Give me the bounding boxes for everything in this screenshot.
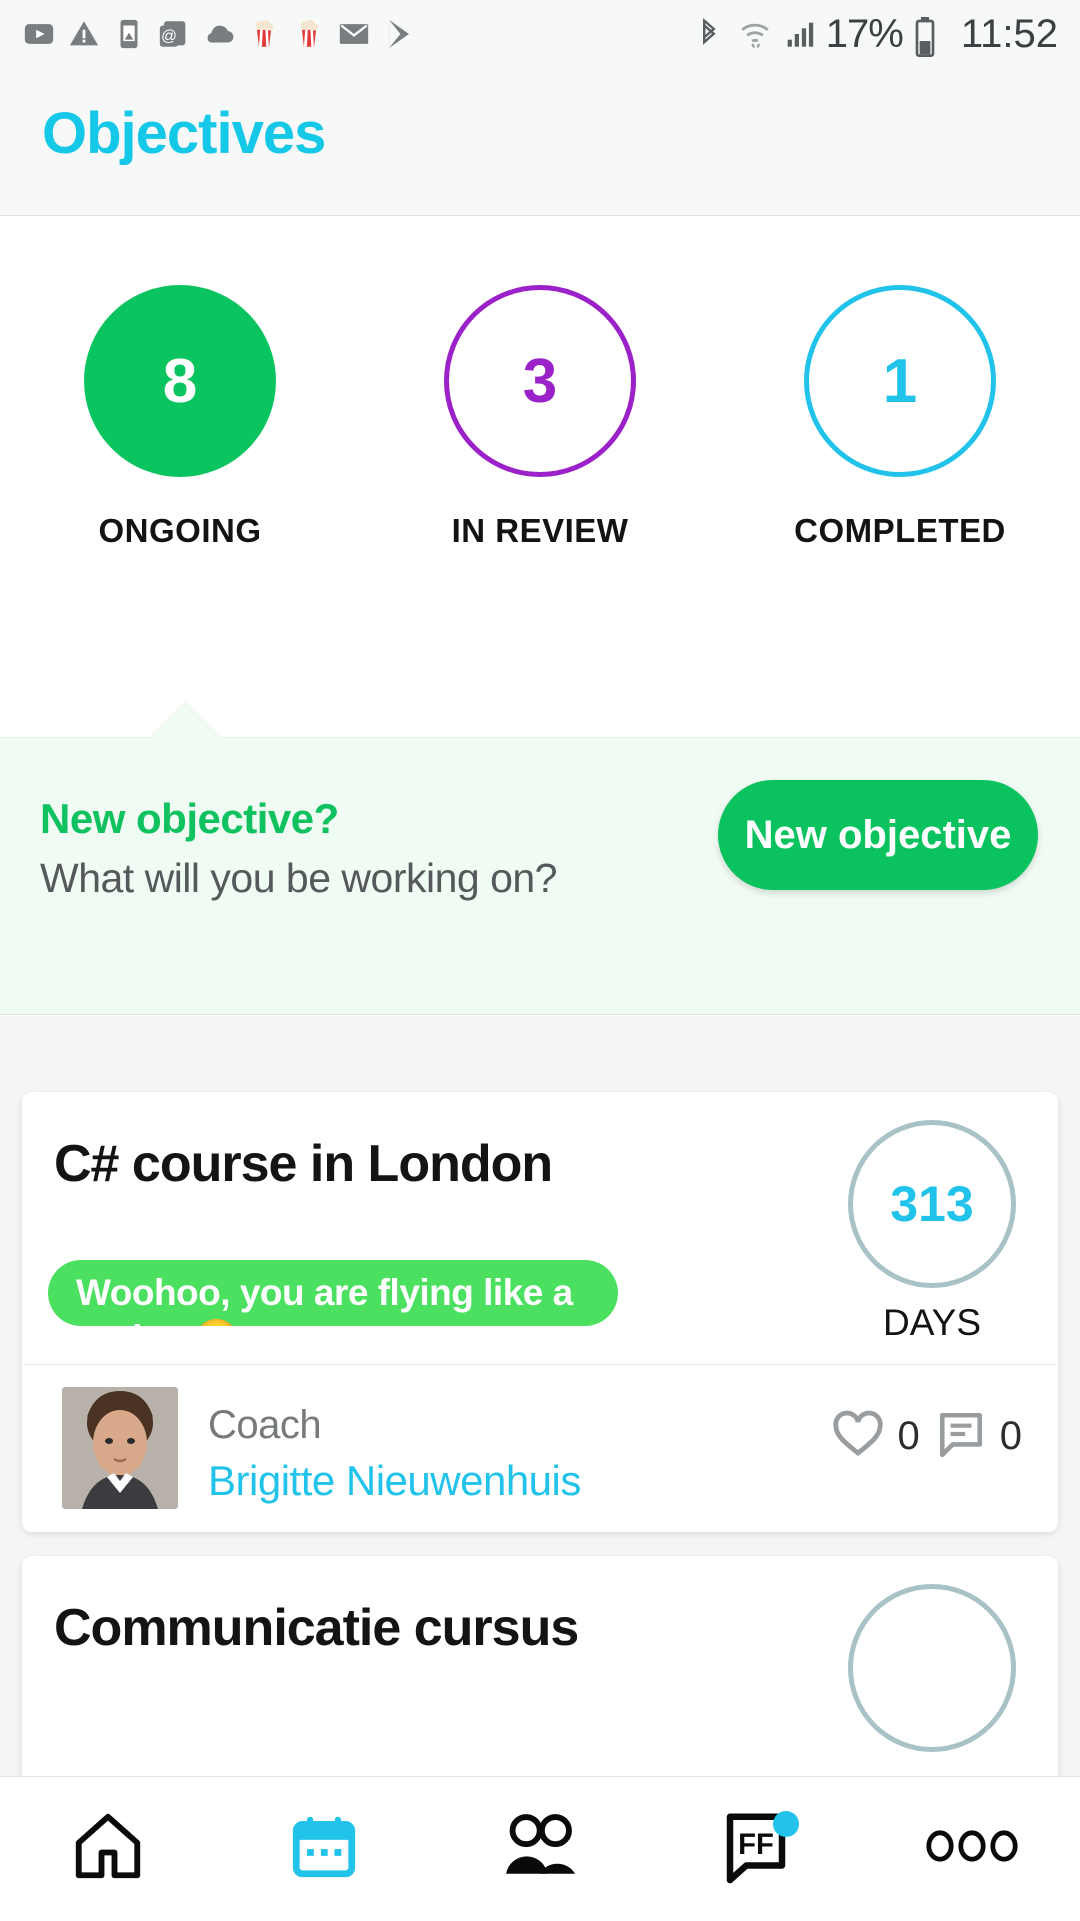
comment-icon[interactable]	[936, 1409, 986, 1464]
days-remaining: 313 DAYS	[848, 1120, 1016, 1344]
nav-item-home[interactable]	[13, 1777, 203, 1921]
days-remaining	[848, 1584, 1016, 1752]
nav-item-feedback[interactable]: FF	[661, 1777, 851, 1921]
svg-text:@: @	[161, 28, 177, 45]
stat-count-circle-in-review: 3	[444, 285, 636, 477]
battery-percent: 17%	[826, 12, 903, 57]
svg-text:FF: FF	[738, 1829, 774, 1861]
status-bar: @ 17% 11:52	[0, 0, 1080, 68]
objective-title: Communicatie cursus	[54, 1598, 578, 1658]
people-icon[interactable]	[499, 1809, 581, 1888]
banner-subtitle: What will you be working on?	[40, 855, 557, 902]
status-bar-clock: 11:52	[961, 12, 1058, 57]
app-header: Objectives	[0, 68, 1080, 216]
coach-row[interactable]: Coach Brigitte Nieuwenhuis 0 0	[22, 1365, 1058, 1531]
email-at-icon: @	[157, 17, 191, 51]
nav-item-people[interactable]	[445, 1777, 635, 1921]
comment-count: 0	[1000, 1414, 1022, 1459]
objective-card[interactable]: C# course in London 313 DAYS Woohoo, you…	[22, 1092, 1058, 1532]
stat-label-ongoing: ONGOING	[98, 512, 261, 550]
popcorn-icon	[292, 17, 326, 51]
bottom-navigation: FF	[0, 1776, 1080, 1920]
selected-tab-notch	[149, 701, 223, 738]
stat-label-completed: COMPLETED	[794, 512, 1006, 550]
calendar-icon[interactable]	[287, 1809, 361, 1888]
days-value: 313	[848, 1120, 1016, 1288]
stat-count-circle-completed: 1	[804, 285, 996, 477]
days-value	[848, 1584, 1016, 1752]
banner-text-block: New objective? What will you be working …	[40, 795, 557, 902]
wifi-icon	[738, 17, 772, 51]
like-metric[interactable]: 0	[832, 1410, 920, 1463]
nav-item-more[interactable]	[877, 1777, 1067, 1921]
youtube-icon	[22, 17, 56, 51]
status-bar-right: 17% 11:52	[694, 0, 1058, 68]
comment-metric[interactable]: 0	[936, 1409, 1022, 1464]
status-badge: Woohoo, you are flying like a rocket 😂	[48, 1260, 618, 1326]
stat-row: 8 ONGOING 3 IN REVIEW 1 COMPLETED	[0, 285, 1080, 550]
play-store-icon	[382, 17, 416, 51]
cloud-icon	[202, 17, 236, 51]
avatar	[62, 1387, 178, 1509]
days-label: DAYS	[848, 1302, 1016, 1344]
stat-label-in-review: IN REVIEW	[452, 512, 629, 550]
home-icon[interactable]	[69, 1807, 147, 1890]
popcorn-icon	[247, 17, 281, 51]
stat-ongoing[interactable]: 8 ONGOING	[30, 285, 330, 550]
new-objective-banner: New objective? What will you be working …	[0, 737, 1080, 1015]
page-title: Objectives	[42, 100, 325, 167]
stat-in-review[interactable]: 3 IN REVIEW	[390, 285, 690, 550]
photo-device-icon	[112, 17, 146, 51]
stat-count-circle-ongoing: 8	[84, 285, 276, 477]
nav-item-calendar[interactable]	[229, 1777, 419, 1921]
mail-icon	[337, 17, 371, 51]
like-count: 0	[898, 1414, 920, 1459]
coach-name-link[interactable]: Brigitte Nieuwenhuis	[208, 1457, 581, 1505]
objective-stats-panel: 8 ONGOING 3 IN REVIEW 1 COMPLETED	[0, 217, 1080, 737]
coach-role-label: Coach	[208, 1403, 321, 1448]
stat-completed[interactable]: 1 COMPLETED	[750, 285, 1050, 550]
more-dots-icon[interactable]	[924, 1828, 1020, 1869]
objective-card-body: C# course in London 313 DAYS Woohoo, you…	[22, 1092, 1058, 1364]
status-bar-left-icons: @	[0, 17, 416, 51]
heart-icon[interactable]	[832, 1410, 884, 1463]
notification-badge	[773, 1811, 799, 1837]
new-objective-button[interactable]: New objective	[718, 780, 1038, 890]
cellular-signal-icon	[782, 17, 816, 51]
bluetooth-icon	[694, 17, 728, 51]
battery-icon	[913, 17, 947, 51]
warning-icon	[67, 17, 101, 51]
card-metrics: 0 0	[832, 1409, 1023, 1464]
objective-title: C# course in London	[54, 1134, 552, 1194]
banner-title: New objective?	[40, 795, 557, 843]
